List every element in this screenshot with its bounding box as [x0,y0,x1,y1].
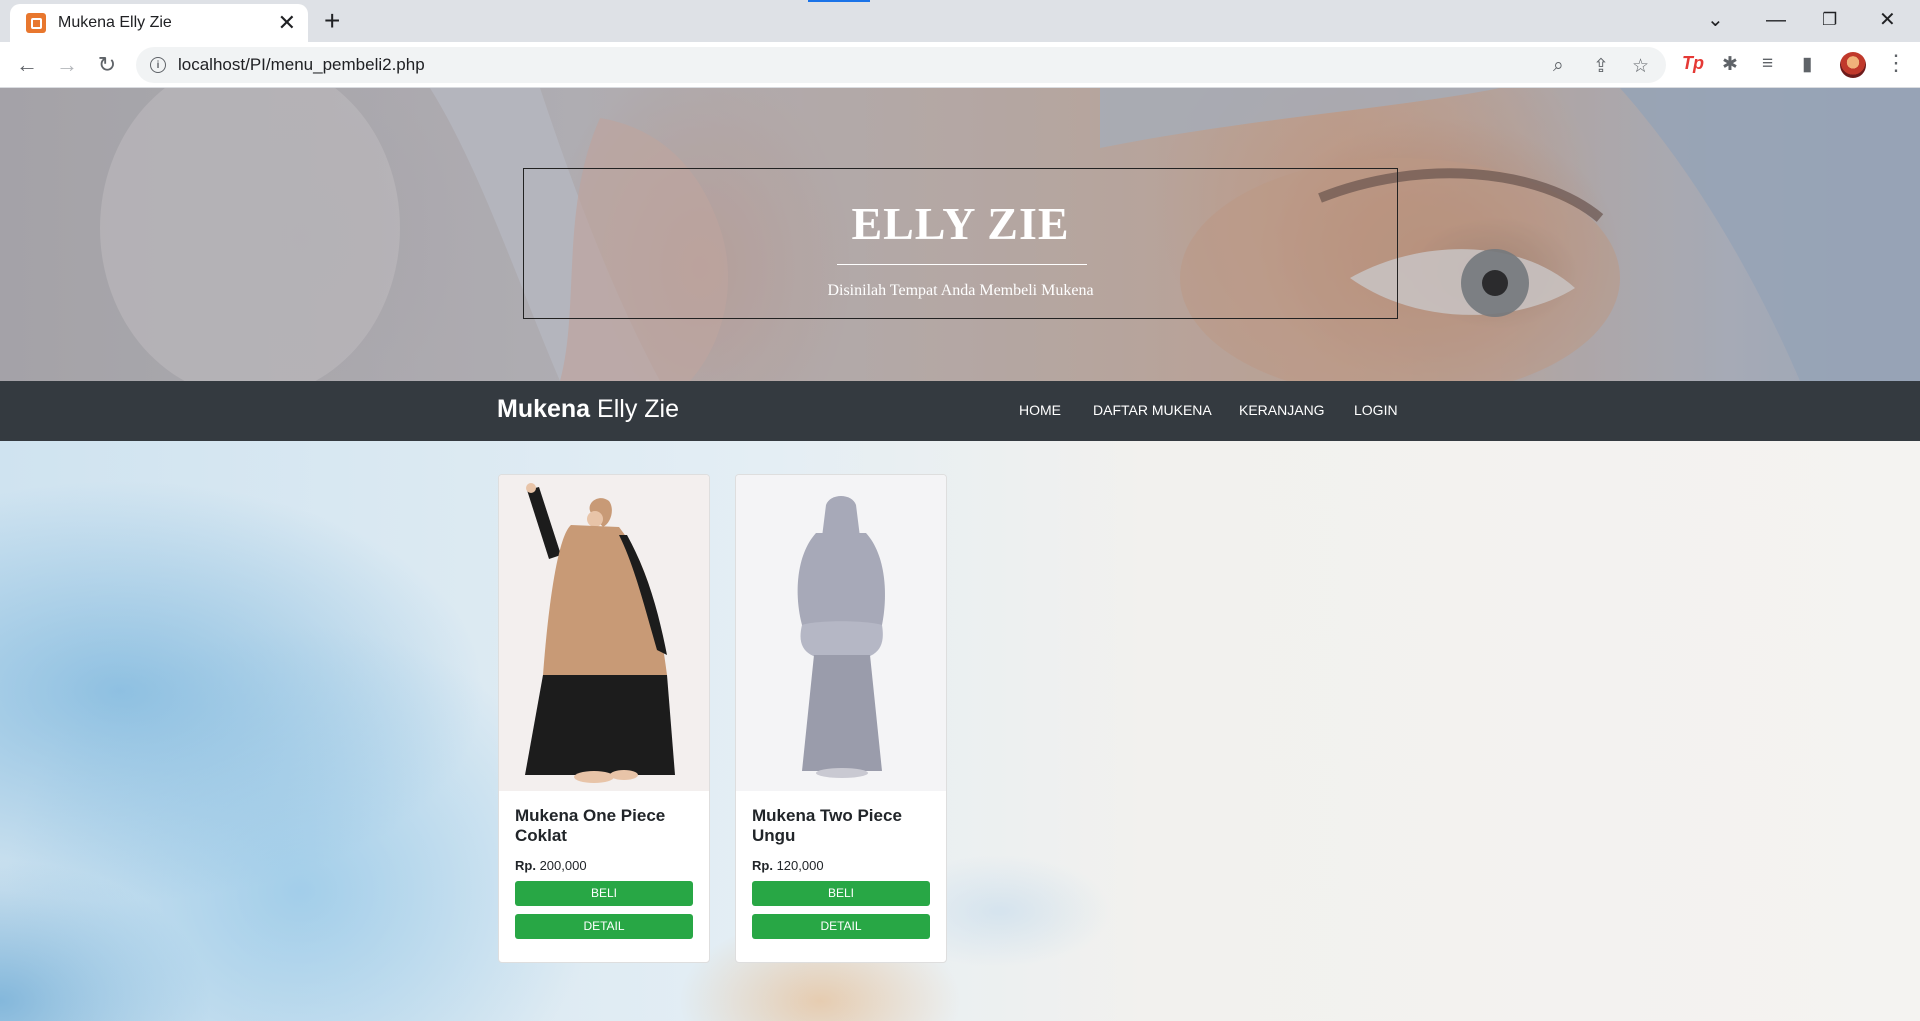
product-photo-coklat [499,475,709,791]
browser-tab-strip: Mukena Elly Zie ✕ + ⌄ — ❐ ✕ [0,0,1920,42]
product-photo-ungu [736,475,946,791]
media-queue-icon[interactable]: ≡ [1762,53,1773,75]
nav-link-home[interactable]: HOME [1019,402,1061,418]
new-tab-button[interactable]: + [324,6,340,36]
buy-button[interactable]: BELI [752,881,930,906]
tp-extension-icon[interactable]: Tp [1682,53,1704,74]
site-navbar: Mukena Elly Zie HOME DAFTAR MUKENA KERAN… [0,381,1920,441]
address-bar[interactable]: i localhost/PI/menu_pembeli2.php ⌕ ⇪ ☆ [136,47,1666,83]
side-panel-icon[interactable]: ▮ [1802,53,1812,76]
brand-rest: Elly Zie [590,395,679,423]
browser-menu-icon[interactable]: ⋮ [1885,50,1907,76]
browser-toolbar: ← → ↻ i localhost/PI/menu_pembeli2.php ⌕… [0,42,1920,88]
restore-icon[interactable]: ❐ [1822,8,1837,32]
zoom-icon[interactable]: ⌕ [1553,55,1564,77]
nav-link-daftar-mukena[interactable]: DAFTAR MUKENA [1093,402,1212,418]
url-text[interactable]: localhost/PI/menu_pembeli2.php [178,55,425,75]
product-card: Mukena One Piece Coklat Rp. 200,000 BELI… [498,474,710,963]
product-price: Rp. 200,000 [515,858,693,873]
extensions-puzzle-icon[interactable]: ✱ [1722,53,1738,76]
hero-banner: ELLY ZIE Disinilah Tempat Anda Membeli M… [0,88,1920,381]
price-currency: Rp. [752,858,773,873]
close-tab-icon[interactable]: ✕ [278,12,296,34]
bookmark-star-icon[interactable]: ☆ [1632,55,1649,78]
product-image [499,475,709,791]
site-info-icon[interactable]: i [150,57,166,73]
nav-link-login[interactable]: LOGIN [1354,402,1398,418]
detail-button[interactable]: DETAIL [752,914,930,939]
navbar-brand[interactable]: Mukena Elly Zie [497,395,679,424]
tab-title: Mukena Elly Zie [58,14,172,31]
forward-icon[interactable]: → [53,51,81,79]
share-icon[interactable]: ⇪ [1593,55,1609,78]
product-card-body: Mukena One Piece Coklat Rp. 200,000 BELI… [515,806,693,939]
nav-link-keranjang[interactable]: KERANJANG [1239,402,1325,418]
price-value: 120,000 [772,858,824,873]
product-section: Mukena One Piece Coklat Rp. 200,000 BELI… [0,441,1920,1021]
hero-title-box: ELLY ZIE Disinilah Tempat Anda Membeli M… [523,168,1398,319]
product-image [736,475,946,791]
price-value: 200,000 [535,858,587,873]
brand-bold: Mukena [497,395,591,423]
product-card-body: Mukena Two Piece Ungu Rp. 120,000 BELI D… [752,806,930,939]
loading-indicator [808,0,870,2]
detail-button[interactable]: DETAIL [515,914,693,939]
product-price: Rp. 120,000 [752,858,930,873]
hero-divider [837,264,1087,265]
minimize-icon[interactable]: — [1766,8,1786,32]
close-window-icon[interactable]: ✕ [1879,8,1896,32]
reload-icon[interactable]: ↻ [93,51,121,79]
xampp-favicon-icon [26,13,46,33]
buy-button[interactable]: BELI [515,881,693,906]
price-currency: Rp. [515,858,536,873]
product-card: Mukena Two Piece Ungu Rp. 120,000 BELI D… [735,474,947,963]
back-icon[interactable]: ← [13,51,41,79]
tab-search-icon[interactable]: ⌄ [1707,8,1724,32]
product-name: Mukena Two Piece Ungu [752,806,902,845]
profile-avatar[interactable] [1840,52,1866,78]
hero-subtitle: Disinilah Tempat Anda Membeli Mukena [827,282,1094,299]
product-name: Mukena One Piece Coklat [515,806,666,845]
browser-tab[interactable]: Mukena Elly Zie ✕ [10,4,308,42]
hero-title: ELLY ZIE [851,198,1070,249]
